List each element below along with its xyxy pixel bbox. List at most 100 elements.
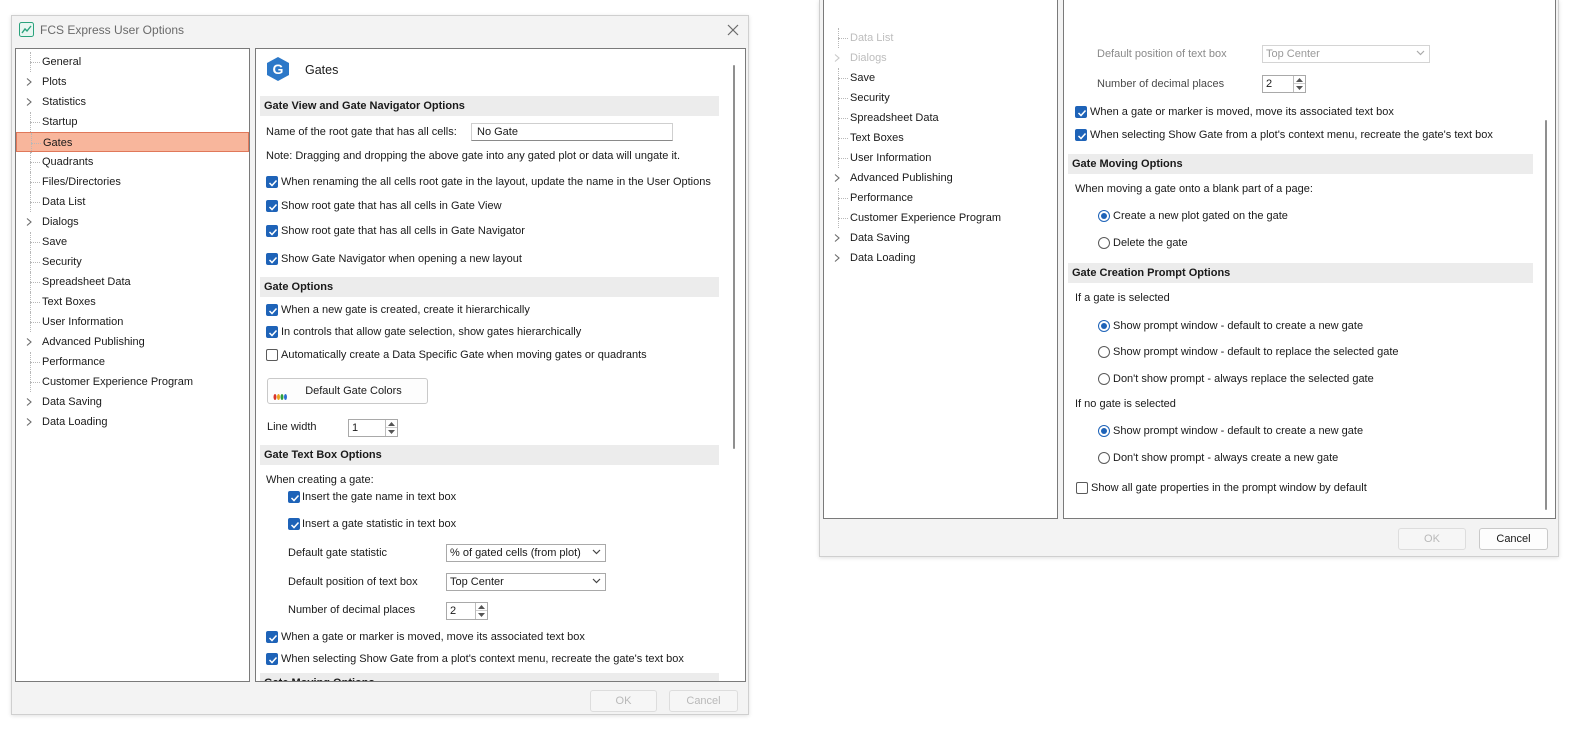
tree-item-statistics[interactable]: Statistics	[16, 92, 249, 112]
create-hierarchically-checkbox[interactable]	[266, 304, 278, 316]
decimal-places-label: Number of decimal places	[1097, 78, 1225, 90]
close-icon[interactable]	[724, 21, 742, 39]
chevron-up-icon[interactable]	[478, 605, 485, 609]
tree-item-customer-experience-program[interactable]: Customer Experience Program	[16, 372, 249, 392]
tree-item-data-saving[interactable]: Data Saving	[16, 392, 249, 412]
tree-item-label: User Information	[850, 152, 932, 164]
tree-item-gates[interactable]: Gates	[16, 132, 249, 153]
tree-item-data-list[interactable]: Data List	[16, 192, 249, 212]
tree-item-save[interactable]: Save	[16, 232, 249, 252]
tree-item-customer-experience-program[interactable]: Customer Experience Program	[824, 208, 1057, 228]
tree-item-user-information[interactable]: User Information	[16, 312, 249, 332]
tree-item-data-saving[interactable]: Data Saving	[824, 228, 1057, 248]
show-all-properties-checkbox[interactable]	[1076, 482, 1088, 494]
default-gate-colors-button[interactable]: Default Gate Colors	[267, 378, 428, 404]
tree-item-dialogs[interactable]: Dialogs	[824, 48, 1057, 68]
show-navigator-new-layout-checkbox[interactable]	[266, 253, 278, 265]
tree-item-files-directories[interactable]: Files/Directories	[16, 172, 249, 192]
tree-item-dialogs[interactable]: Dialogs	[16, 212, 249, 232]
tree-item-plots[interactable]: Plots	[16, 72, 249, 92]
chevron-up-icon[interactable]	[388, 422, 395, 426]
tree-item-advanced-publishing[interactable]: Advanced Publishing	[16, 332, 249, 352]
show-root-gate-navigator-checkbox[interactable]	[266, 225, 278, 237]
chevron-right-icon[interactable]	[832, 53, 842, 63]
scrollbar-thumb[interactable]	[1545, 120, 1547, 510]
tree-item-data-list[interactable]: Data List	[824, 28, 1057, 48]
sel-dont-replace-radio[interactable]	[1098, 373, 1110, 385]
chevron-right-icon[interactable]	[24, 337, 34, 347]
chevron-down-icon[interactable]	[388, 430, 395, 434]
tree-item-text-boxes[interactable]: Text Boxes	[16, 292, 249, 312]
recreate-text-box-checkbox[interactable]	[1075, 129, 1087, 141]
tree-connector	[30, 272, 31, 292]
chevron-right-icon[interactable]	[832, 233, 842, 243]
recreate-text-box-label: When selecting Show Gate from a plot's c…	[1090, 129, 1493, 141]
line-width-stepper[interactable]: 1	[348, 419, 398, 437]
tree-item-advanced-publishing[interactable]: Advanced Publishing	[824, 168, 1057, 188]
scrollbar-thumb[interactable]	[733, 65, 735, 449]
show-root-gate-view-checkbox[interactable]	[266, 200, 278, 212]
chevron-right-icon[interactable]	[24, 97, 34, 107]
delete-gate-label: Delete the gate	[1113, 237, 1188, 249]
stepper-arrows[interactable]	[385, 420, 397, 436]
panel-scrollbar[interactable]	[1542, 0, 1550, 510]
tree-item-spreadsheet-data[interactable]: Spreadsheet Data	[824, 108, 1057, 128]
tree-connector	[838, 218, 848, 219]
stepper-arrows[interactable]	[475, 603, 487, 619]
decimal-places-stepper[interactable]: 2	[1262, 75, 1306, 93]
insert-statistic-checkbox[interactable]	[288, 518, 300, 530]
default-statistic-select[interactable]: % of gated cells (from plot)	[446, 544, 606, 562]
tree-item-save[interactable]: Save	[824, 68, 1057, 88]
default-position-select[interactable]: Top Center	[1262, 45, 1430, 63]
tree-item-general[interactable]: General	[16, 52, 249, 72]
none-dont-create-radio[interactable]	[1098, 452, 1110, 464]
move-text-box-checkbox[interactable]	[266, 631, 278, 643]
stepper-arrows[interactable]	[1293, 76, 1305, 92]
chevron-right-icon[interactable]	[832, 253, 842, 263]
show-root-gate-view-label: Show root gate that has all cells in Gat…	[281, 200, 502, 212]
default-position-select[interactable]: Top Center	[446, 573, 606, 591]
chevron-up-icon[interactable]	[1296, 78, 1303, 82]
create-plot-radio[interactable]	[1098, 210, 1110, 222]
tree-item-data-loading[interactable]: Data Loading	[824, 248, 1057, 268]
tree-item-startup[interactable]: Startup	[16, 112, 249, 132]
tree-item-text-boxes[interactable]: Text Boxes	[824, 128, 1057, 148]
chevron-right-icon[interactable]	[24, 417, 34, 427]
palette-icon	[273, 386, 287, 400]
delete-gate-radio[interactable]	[1098, 237, 1110, 249]
cancel-button[interactable]: Cancel	[669, 690, 738, 712]
ok-button[interactable]: OK	[1398, 528, 1466, 550]
none-show-create-radio[interactable]	[1098, 425, 1110, 437]
tree-item-performance[interactable]: Performance	[824, 188, 1057, 208]
tree-item-performance[interactable]: Performance	[16, 352, 249, 372]
show-hierarchically-checkbox[interactable]	[266, 326, 278, 338]
tree-connector	[838, 198, 848, 199]
chevron-right-icon[interactable]	[24, 77, 34, 87]
chevron-right-icon[interactable]	[24, 217, 34, 227]
chevron-down-icon[interactable]	[1296, 86, 1303, 90]
tree-item-quadrants[interactable]: Quadrants	[16, 152, 249, 172]
panel-scrollbar[interactable]	[730, 65, 738, 449]
chevron-right-icon[interactable]	[24, 397, 34, 407]
ok-button[interactable]: OK	[590, 690, 657, 712]
chevron-down-icon[interactable]	[478, 613, 485, 617]
tree-connector	[30, 162, 40, 163]
auto-data-specific-checkbox[interactable]	[266, 349, 278, 361]
sel-show-replace-radio[interactable]	[1098, 346, 1110, 358]
sel-show-create-radio[interactable]	[1098, 320, 1110, 332]
tree-item-spreadsheet-data[interactable]: Spreadsheet Data	[16, 272, 249, 292]
tree-item-data-loading[interactable]: Data Loading	[16, 412, 249, 432]
move-text-box-checkbox[interactable]	[1075, 106, 1087, 118]
tree-connector	[30, 202, 40, 203]
root-name-input[interactable]: No Gate	[471, 123, 673, 141]
cancel-button[interactable]: Cancel	[1479, 528, 1548, 550]
tree-item-security[interactable]: Security	[824, 88, 1057, 108]
rename-update-checkbox[interactable]	[266, 176, 278, 188]
decimal-places-stepper[interactable]: 2	[446, 602, 488, 620]
tree-item-security[interactable]: Security	[16, 252, 249, 272]
chevron-right-icon[interactable]	[832, 173, 842, 183]
tree-connector	[30, 242, 40, 243]
recreate-text-box-checkbox[interactable]	[266, 653, 278, 665]
insert-name-checkbox[interactable]	[288, 491, 300, 503]
tree-item-user-information[interactable]: User Information	[824, 148, 1057, 168]
